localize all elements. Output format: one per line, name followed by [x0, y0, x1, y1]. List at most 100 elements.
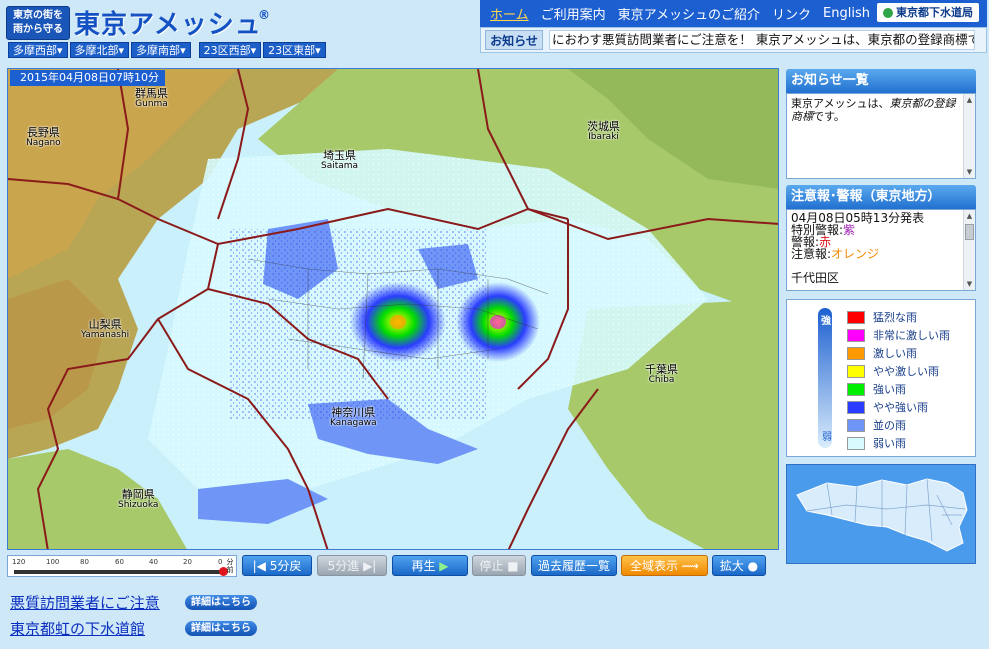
bureau-link[interactable]: 東京都下水道局 [877, 3, 979, 22]
fraud-warning-link[interactable]: 悪質訪問業者にご注意 [10, 592, 185, 613]
forward-5min-button[interactable]: 5分進 ▶| [317, 555, 387, 576]
legend-swatch [847, 310, 865, 324]
timeline-tick: 120 [12, 558, 26, 566]
area-tab-23ku-west[interactable]: 23区西部▾ [198, 42, 262, 58]
zoom-button[interactable]: 拡大 ● [712, 555, 766, 576]
legend-item: 強い雨 [847, 381, 906, 397]
timeline-tick: 20 [183, 558, 192, 566]
notice-ticker[interactable]: におわす悪質訪問業者にご注意を！ 東京アメッシュは、東京都の登録商標で [549, 30, 975, 50]
scroll-up-icon[interactable]: ▲ [964, 94, 975, 106]
stop-button[interactable]: 停止 ■ [472, 555, 526, 576]
warnings-box[interactable]: 04月08日05時13分発表 特別警報:紫 警報:赤 注意報:オレンジ 千代田区… [786, 209, 976, 291]
nav-about[interactable]: 東京アメッシュのご紹介 [618, 4, 760, 23]
magnifier-icon: ● [743, 559, 759, 573]
scroll-thumb[interactable] [965, 224, 974, 240]
link-row: 東京都虹の下水道館 詳細はこちら [10, 615, 257, 641]
sewer-museum-link[interactable]: 東京都虹の下水道館 [10, 618, 185, 639]
site-title[interactable]: 東京アメッシュ [74, 4, 262, 41]
detail-button[interactable]: 詳細はこちら [185, 594, 257, 610]
legend-weak-label: 弱 [822, 432, 832, 443]
news-text: 東京アメッシュは、 [791, 97, 890, 110]
pref-label-nagano: 長野県 Nagano [26, 126, 61, 148]
legend-swatch [847, 418, 865, 432]
skip-back-icon: |◀ [252, 559, 270, 573]
playback-controls: 120 100 80 60 40 20 0 分前 |◀ 5分戻 5分進 ▶| 再… [7, 555, 779, 579]
pref-label-saitama: 埼玉県 Saitama [321, 149, 359, 171]
legend-item: やや強い雨 [847, 399, 928, 415]
bureau-label: 東京都下水道局 [896, 6, 973, 19]
legend-swatch [847, 346, 865, 360]
logo-tagline-2: 雨から守る [13, 24, 63, 35]
play-button[interactable]: 再生 ▶ [392, 555, 468, 576]
tree-icon [883, 7, 893, 18]
area-tab-23ku-east[interactable]: 23区東部▾ [263, 42, 326, 58]
timeline-tick: 60 [115, 558, 124, 566]
news-scrollbar[interactable]: ▲ ▼ [963, 94, 975, 178]
nav-links[interactable]: リンク [772, 4, 811, 23]
tokyo-minimap[interactable] [786, 464, 976, 564]
legend-item: 並の雨 [847, 417, 906, 433]
rain-radar-map[interactable]: 2015年04月08日07時10分 群馬県 Gunma 長野県 Nagano 茨城県… [7, 68, 779, 550]
warnings-header: 注意報･警報（東京地方） [786, 185, 976, 209]
nav-home[interactable]: ホーム [490, 4, 529, 23]
detail-button[interactable]: 詳細はこちら [185, 620, 257, 636]
pref-label-yamanashi: 山梨県 Yamanashi [81, 318, 130, 340]
map-timestamp: 2015年04月08日07時10分 [10, 70, 165, 86]
timeline-tick: 40 [149, 558, 158, 566]
advisory-row: 注意報:オレンジ [791, 247, 880, 261]
legend-item: 非常に激しい雨 [847, 327, 950, 343]
timeline-tick: 80 [80, 558, 89, 566]
notice-bar: お知らせ におわす悪質訪問業者にご注意を！ 東京アメッシュは、東京都の登録商標で [480, 27, 987, 53]
legend-item: 激しい雨 [847, 345, 917, 361]
back-5min-button[interactable]: |◀ 5分戻 [242, 555, 312, 576]
legend-swatch [847, 364, 865, 378]
legend-item: 弱い雨 [847, 435, 906, 451]
pref-label-gunma: 群馬県 Gunma [135, 87, 168, 109]
area-tab-tama-north[interactable]: 多摩北部▾ [69, 42, 130, 58]
logo-tagline-1: 東京の街を [13, 10, 63, 21]
timeline-tick: 100 [46, 558, 60, 566]
nav-english[interactable]: English [823, 6, 870, 21]
legend-swatch [847, 436, 865, 450]
time-slider[interactable]: 120 100 80 60 40 20 0 分前 [7, 555, 237, 577]
area-tab-tama-south[interactable]: 多摩南部▾ [131, 42, 191, 58]
warnings-area: 千代田区 [791, 271, 840, 285]
legend-swatch [847, 400, 865, 414]
pref-label-kanagawa: 神奈川県 Kanagawa [330, 406, 377, 428]
news-text-suffix: です。 [813, 110, 845, 123]
stop-icon: ■ [503, 559, 519, 573]
news-box[interactable]: 東京アメッシュは、東京都の登録商標です。 ▲ ▼ [786, 93, 976, 179]
pref-label-ibaraki: 茨城県 Ibaraki [587, 120, 620, 142]
scroll-up-icon[interactable]: ▲ [964, 210, 975, 222]
nav-guide[interactable]: ご利用案内 [541, 4, 606, 23]
registered-mark: ® [258, 8, 270, 22]
scroll-down-icon[interactable]: ▼ [964, 278, 975, 290]
news-header: お知らせ一覧 [786, 69, 976, 93]
area-tab-tama-west[interactable]: 多摩西部▾ [8, 42, 68, 58]
timeline-track[interactable] [14, 570, 220, 574]
tokyo-outline-icon [796, 478, 968, 552]
logo-badge[interactable]: 東京の街を 雨から守る [6, 6, 70, 40]
legend-item: 猛烈な雨 [847, 309, 917, 325]
legend-swatch [847, 328, 865, 342]
area-tabs: 多摩西部▾ 多摩北部▾ 多摩南部▾ 23区西部▾ 23区東部▾ [8, 42, 326, 58]
history-list-button[interactable]: 過去履歴一覧 [531, 555, 617, 576]
scroll-down-icon[interactable]: ▼ [964, 166, 975, 178]
intensity-bar [818, 308, 832, 448]
warnings-scrollbar[interactable]: ▲ ▼ [963, 210, 975, 290]
timeline-unit: 分前 [226, 558, 234, 574]
wide-view-button[interactable]: 全域表示 ⟿ [621, 555, 708, 576]
top-navigation: ホーム ご利用案内 東京アメッシュのご紹介 リンク English 東京都下水道… [480, 0, 987, 27]
legend-strong-label: 強 [821, 316, 831, 327]
map-outline-icon: ⟿ [677, 559, 700, 573]
legend-swatch [847, 382, 865, 396]
pref-label-chiba: 千葉県 Chiba [645, 363, 678, 385]
side-panel: お知らせ一覧 東京アメッシュは、東京都の登録商標です。 ▲ ▼ 注意報･警報（東… [786, 69, 976, 564]
skip-forward-icon: ▶| [359, 559, 377, 573]
legend-item: やや激しい雨 [847, 363, 939, 379]
play-icon: ▶ [435, 559, 449, 573]
map-canvas [8, 69, 778, 549]
pref-label-shizuoka: 静岡県 Shizuoka [118, 488, 159, 510]
link-row: 悪質訪問業者にご注意 詳細はこちら [10, 589, 257, 615]
notice-label: お知らせ [485, 30, 543, 50]
